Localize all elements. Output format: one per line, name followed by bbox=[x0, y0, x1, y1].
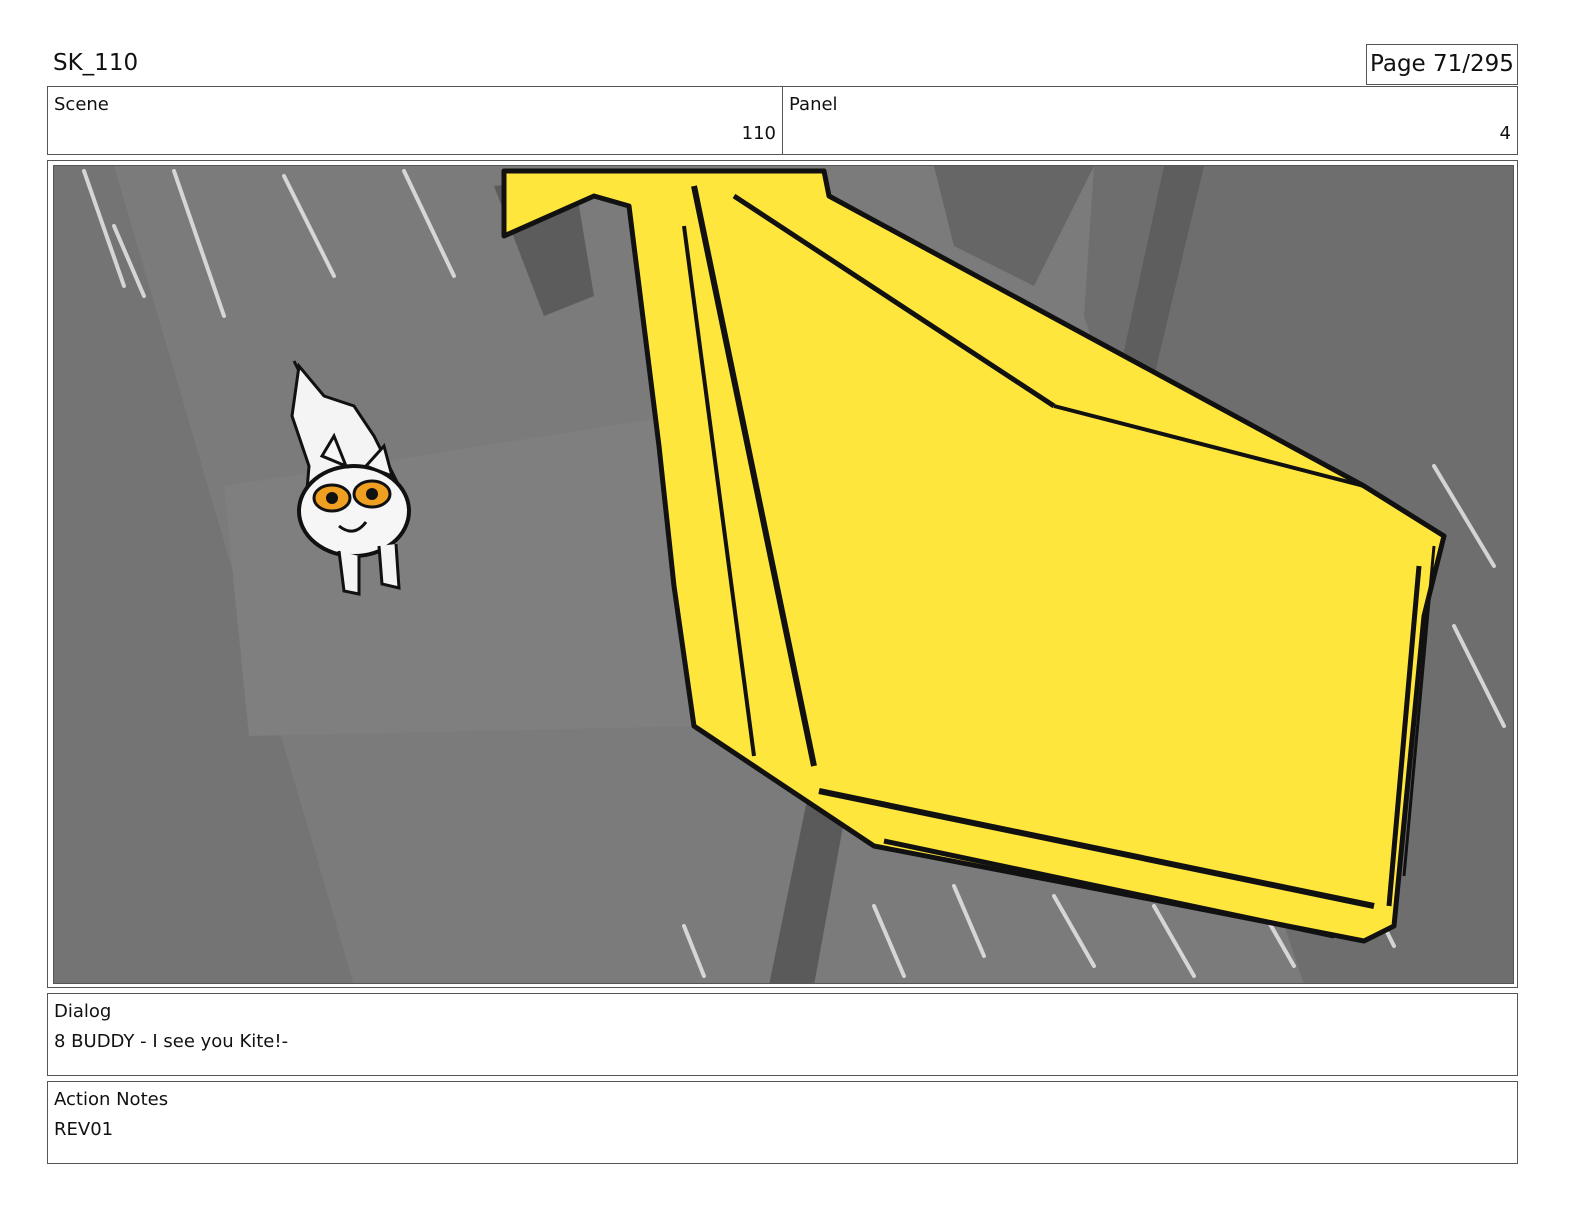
sheet-title: SK_110 bbox=[53, 50, 139, 76]
panel-value: 4 bbox=[1499, 123, 1511, 144]
action-notes-text: REV01 bbox=[54, 1119, 114, 1140]
dialog-text: 8 BUDDY - I see you Kite!- bbox=[54, 1031, 289, 1052]
scene-field: Scene 110 bbox=[47, 86, 783, 155]
page-indicator: Page 71/295 bbox=[1366, 44, 1518, 85]
dialog-field: Dialog 8 BUDDY - I see you Kite!- bbox=[47, 993, 1518, 1076]
storyboard-image bbox=[53, 165, 1514, 984]
panel-label: Panel bbox=[789, 94, 838, 115]
storyboard-drawing bbox=[54, 166, 1513, 983]
scene-value: 110 bbox=[741, 123, 776, 144]
action-notes-field: Action Notes REV01 bbox=[47, 1081, 1518, 1164]
dialog-label: Dialog bbox=[54, 1001, 112, 1022]
action-notes-label: Action Notes bbox=[54, 1089, 169, 1110]
panel-field: Panel 4 bbox=[782, 86, 1518, 155]
scene-label: Scene bbox=[54, 94, 109, 115]
